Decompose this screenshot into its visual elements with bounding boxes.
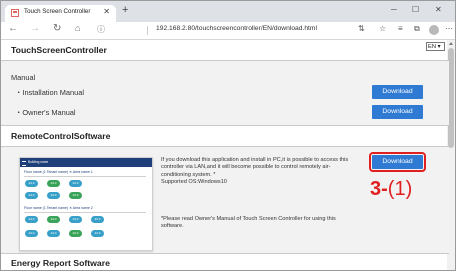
unit-pill: 24.0	[25, 180, 38, 187]
divider	[24, 176, 146, 177]
unit-pill: 24.0	[47, 192, 60, 199]
forward-icon[interactable]: →	[30, 23, 40, 34]
page-title: TouchScreenController	[11, 45, 107, 55]
owners-manual-download-button[interactable]: Download	[372, 105, 423, 119]
remote-software-note: *Please read Owner's Manual of Touch Scr…	[161, 216, 336, 231]
collections-icon[interactable]: ⧉	[414, 24, 420, 34]
description-line: conditioning system. *	[161, 171, 216, 178]
remote-software-download-button[interactable]: Download	[369, 152, 426, 172]
installation-manual-download-button[interactable]: Download	[372, 85, 423, 99]
unit-pill: 24.0	[91, 230, 104, 237]
owners-manual-label: ・Owner's Manual	[15, 108, 76, 117]
profile-avatar[interactable]	[429, 25, 439, 35]
screenshot-area-row: Floor name (1 Tenant name) ✕ Area name 2	[24, 206, 93, 210]
remote-software-description: If you download this application and ins…	[161, 157, 348, 187]
browser-window: Touch Screen Controller ✕ + ─ ☐ ✕ ← → ↻ …	[0, 0, 456, 271]
home-icon[interactable]: ⌂	[75, 23, 80, 33]
installation-manual-label: ・Installation Manual	[15, 88, 85, 97]
unit-pill: 24.0	[47, 216, 60, 223]
close-tab-icon[interactable]: ✕	[103, 7, 110, 16]
unit-pill: 24.0	[69, 192, 82, 199]
minimize-icon[interactable]: ─	[391, 5, 397, 14]
tab-strip: Touch Screen Controller ✕ + ─ ☐ ✕	[1, 1, 455, 22]
remote-app-screenshot: Building name Floor name (1 Tenant name)…	[19, 157, 153, 251]
energy-report-heading: Energy Report Software	[11, 258, 110, 268]
screenshot-titlebar: Building name	[20, 158, 152, 167]
favorites-list-icon[interactable]: ≡	[398, 24, 403, 33]
language-value: EN	[428, 44, 437, 50]
unit-pill: 24.0	[25, 216, 38, 223]
page-favicon-icon	[11, 9, 19, 17]
reload-icon[interactable]: ↻	[53, 23, 61, 34]
unit-pill: 24.0	[25, 230, 38, 237]
unit-pill: 24.0	[47, 180, 60, 187]
unit-pill: 24.0	[69, 216, 82, 223]
back-icon[interactable]: ←	[8, 23, 18, 34]
unit-pill: 24.0	[69, 230, 82, 237]
unit-pill: 24.0	[69, 180, 82, 187]
step-number: 3-	[370, 178, 388, 200]
step-sub-number: (1)	[387, 178, 413, 200]
address-bar[interactable]: 192.168.2.80/touchscreencontroller/EN/do…	[156, 25, 317, 32]
remote-software-heading: RemoteControlSoftware	[11, 131, 111, 141]
note-line: software.	[161, 223, 184, 230]
unit-pill: 24.0	[91, 216, 104, 223]
description-line: controller via LAN,and it will become po…	[161, 164, 331, 171]
read-aloud-icon[interactable]: ⇅	[358, 24, 365, 33]
address-divider	[147, 26, 148, 35]
unit-pill: 24.0	[47, 230, 60, 237]
screenshot-building-name: Building name	[28, 160, 49, 164]
favorite-star-icon[interactable]: ☆	[379, 24, 386, 33]
more-menu-icon[interactable]: ⋯	[445, 24, 453, 33]
window-close-icon[interactable]: ✕	[435, 5, 442, 14]
page-content: TouchScreenController EN ▾ Manual ・Insta…	[1, 40, 455, 270]
language-select[interactable]: EN ▾	[426, 42, 445, 51]
divider	[24, 212, 146, 213]
screenshot-area-row: Floor name (1 Tenant name) ✕ Area name 1	[24, 170, 93, 174]
step-annotation: 3-(1)	[370, 178, 412, 201]
description-line: Supported OS:Windows10	[161, 179, 227, 186]
maximize-icon[interactable]: ☐	[412, 5, 419, 14]
new-tab-icon[interactable]: +	[122, 4, 128, 16]
site-info-icon[interactable]: ⓘ	[97, 24, 105, 35]
tab-title: Touch Screen Controller	[24, 8, 91, 15]
menu-icon	[22, 161, 26, 166]
description-line: If you download this application and ins…	[161, 157, 349, 163]
browser-tab[interactable]: Touch Screen Controller ✕	[5, 5, 116, 22]
manual-heading: Manual	[11, 73, 36, 82]
unit-pill: 24.0	[25, 192, 38, 199]
browser-toolbar: ← → ↻ ⌂ ⓘ 192.168.2.80/touchscreencontro…	[1, 22, 455, 40]
note-line: *Please read Owner's Manual of Touch Scr…	[161, 216, 336, 222]
